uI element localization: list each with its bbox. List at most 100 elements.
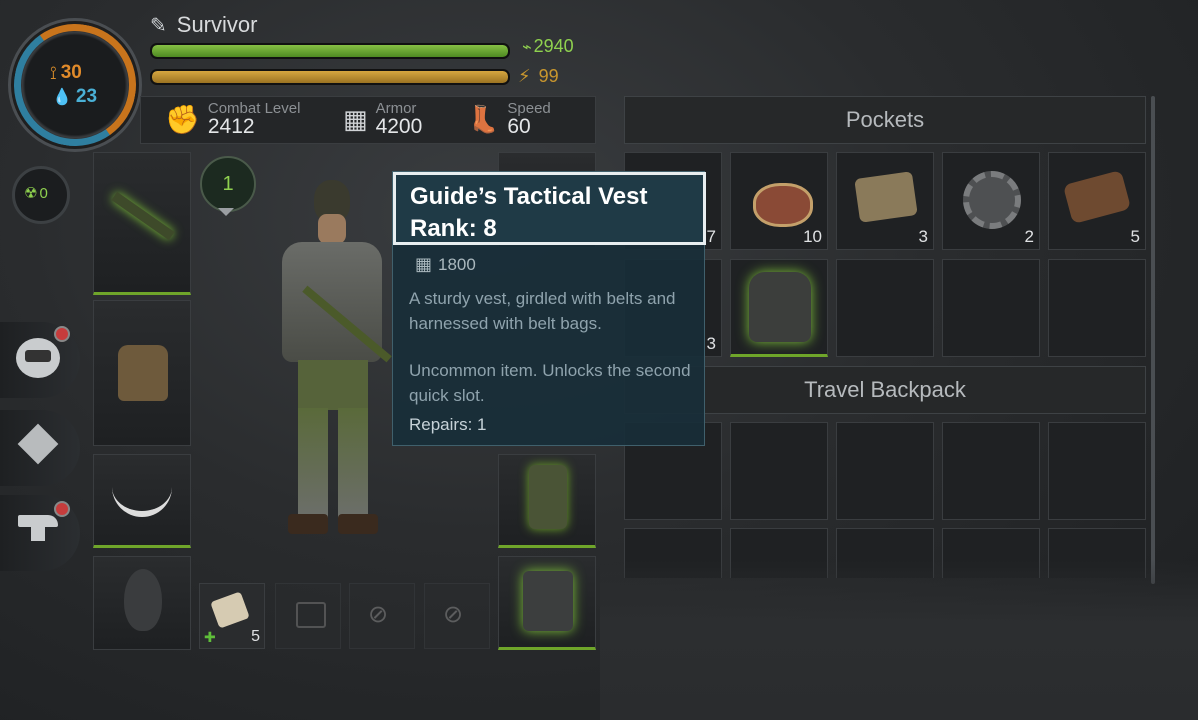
inventory-scrollbar[interactable]: [1151, 96, 1155, 584]
food-indicator: ⟟ 30: [50, 62, 82, 84]
backpack-title: Travel Backpack: [804, 377, 966, 402]
boots-icon: [523, 571, 573, 631]
boot-icon: 👢: [467, 103, 500, 134]
medical-plus-icon: ✚: [204, 629, 216, 645]
tooltip-rarity: Uncommon item. Unlocks the second quick …: [409, 361, 691, 405]
pocket-cell-vest[interactable]: [730, 259, 828, 357]
tooltip-title: Guide’s Tactical Vest: [410, 183, 648, 210]
backpack-cell[interactable]: [730, 422, 828, 520]
scrap-metal-icon: [1062, 169, 1132, 225]
backpack-cell[interactable]: [1048, 422, 1146, 520]
item-count: 10: [803, 227, 822, 246]
combat-level-label: Combat Level: [207, 100, 301, 117]
backpack-cell[interactable]: [942, 422, 1040, 520]
item-count: 3: [918, 227, 928, 246]
energy-value: 99: [538, 66, 559, 86]
tooltip-rank: Rank: 8: [410, 215, 497, 242]
quick-slot-medkit[interactable]: [275, 583, 341, 649]
tooltip-armor: ▦ 1800: [415, 254, 476, 275]
pocket-cell[interactable]: 3: [836, 152, 934, 250]
armor-vest-icon: ▦: [343, 103, 368, 134]
bandage-icon: [210, 591, 250, 629]
radio-menu-button[interactable]: [0, 322, 80, 398]
cloth-icon: [854, 171, 918, 223]
item-tooltip: Guide’s Tactical Vest Rank: 8 ▦ 1800 A s…: [392, 171, 706, 446]
tooltip-armor-value: 1800: [438, 254, 476, 274]
quick-slot-vehicle-locked: ⊘: [349, 583, 415, 649]
item-count: 2: [1024, 227, 1034, 246]
pocket-cell[interactable]: 2: [942, 152, 1040, 250]
radiation-icon: ☢: [24, 185, 38, 202]
speed-value: 60: [507, 115, 531, 138]
backpack-cell[interactable]: [836, 422, 934, 520]
rifle-icon: [111, 191, 175, 241]
pocket-cell[interactable]: [836, 259, 934, 357]
weapon-slot[interactable]: [93, 152, 191, 295]
notification-dot: [54, 326, 70, 342]
mask-slot[interactable]: [93, 556, 191, 650]
speed-label: Speed: [507, 100, 551, 117]
quick-slot-bandage[interactable]: ✚ 5: [199, 583, 265, 649]
edit-icon[interactable]: ✎: [150, 13, 167, 38]
bandage-count: 5: [251, 628, 260, 645]
boots-slot[interactable]: [498, 556, 596, 650]
radio-icon: [16, 338, 60, 378]
cube-icon: [17, 423, 59, 465]
fang-necklace-icon: [112, 485, 172, 517]
pocket-cell[interactable]: 10: [730, 152, 828, 250]
item-count: 3: [706, 334, 716, 353]
stats-panel: ✊ Combat Level 2412 ▦ Armor 4200 👢 Speed…: [140, 96, 596, 144]
gas-mask-icon: [124, 569, 162, 631]
water-indicator: 💧 23: [52, 86, 97, 108]
health-readout: ⌁ 2940: [522, 36, 574, 57]
food-arc: [4, 14, 146, 156]
pocket-cell[interactable]: 5: [1048, 152, 1146, 250]
medkit-icon: [296, 602, 326, 628]
character-model: [262, 180, 392, 542]
heartbeat-icon: ⌁: [522, 38, 532, 56]
energy-bar: [150, 69, 510, 85]
tooltip-description: A sturdy vest, girdled with belts and ha…: [409, 289, 676, 333]
radiation-indicator: ☢ 0: [24, 184, 48, 203]
water-drop-icon: 💧: [52, 89, 72, 106]
workbench-menu-button[interactable]: [0, 495, 80, 571]
pocket-cell[interactable]: [942, 259, 1040, 357]
pockets-title: Pockets: [845, 107, 925, 132]
gear-icon: [963, 171, 1021, 229]
lightning-icon: ⚡: [518, 66, 531, 86]
armor-stat: ▦ Armor 4200: [343, 101, 422, 137]
pants-slot[interactable]: [498, 454, 596, 548]
quick-slot-vehicle-locked-2: ⊘: [424, 583, 490, 649]
tooltip-repairs: Repairs: 1: [409, 415, 487, 434]
energy-readout: ⚡ 99: [518, 66, 559, 87]
armor-vest-icon: ▦: [415, 254, 433, 274]
health-bar: [150, 43, 510, 59]
bottom-fade: [600, 560, 1198, 720]
food-value: 30: [60, 62, 82, 83]
amulet-slot[interactable]: [93, 454, 191, 548]
armor-label: Armor: [375, 100, 417, 117]
anvil-icon: [18, 515, 58, 545]
radiation-value: 0: [39, 184, 48, 202]
crafting-menu-button[interactable]: [0, 410, 80, 486]
water-value: 23: [75, 86, 98, 107]
combat-level-stat: ✊ Combat Level 2412: [165, 101, 300, 137]
food-icon: ⟟: [50, 62, 57, 83]
speed-stat: 👢 Speed 60: [467, 101, 551, 137]
vehicle-locked-icon: ⊘: [443, 601, 464, 628]
item-count: 5: [1130, 227, 1140, 246]
item-count: 7: [706, 227, 716, 246]
health-value: 2940: [533, 36, 574, 56]
tooltip-header: Guide’s Tactical Vest Rank: 8: [393, 172, 706, 245]
pocket-cell[interactable]: [1048, 259, 1146, 357]
backpack-icon: [118, 345, 168, 401]
notification-dot: [54, 501, 70, 517]
combat-level-value: 2412: [207, 115, 255, 138]
player-name-row[interactable]: ✎ Survivor: [150, 12, 257, 38]
steak-icon: [753, 183, 813, 227]
level-badge[interactable]: 1: [200, 156, 256, 212]
backpack-slot[interactable]: [93, 300, 191, 446]
tactical-vest-icon: [749, 272, 811, 342]
fist-icon: ✊: [165, 103, 200, 135]
armor-value: 4200: [375, 115, 423, 138]
